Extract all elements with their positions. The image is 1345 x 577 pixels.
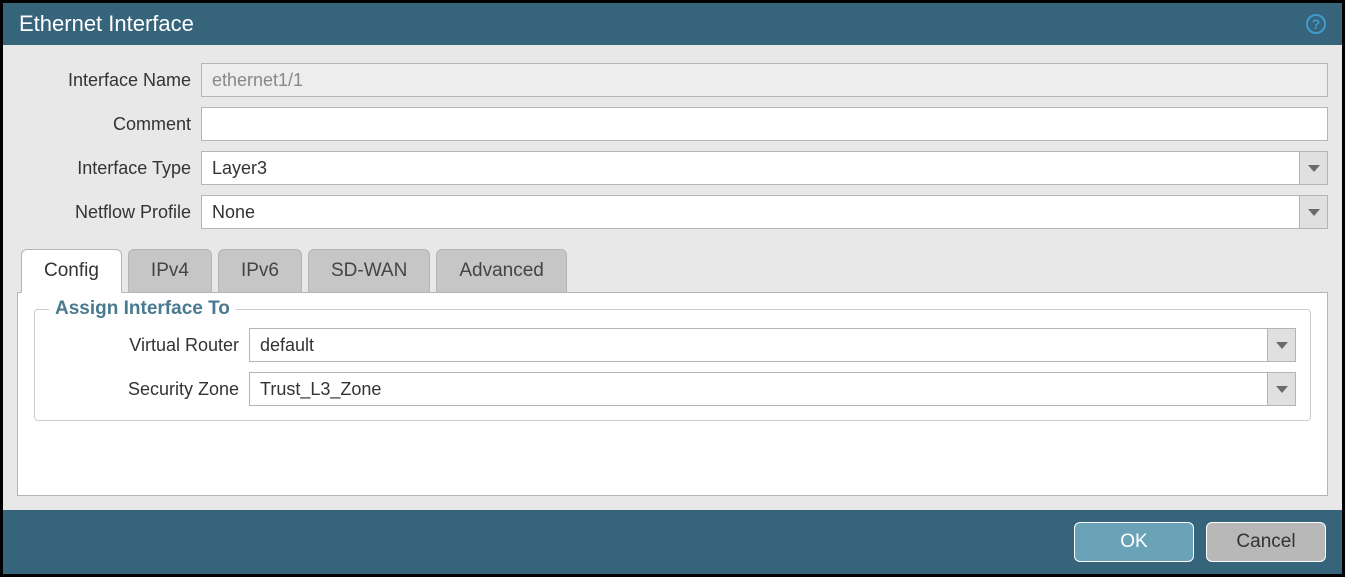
label-netflow-profile: Netflow Profile <box>17 202 201 223</box>
tab-ipv6[interactable]: IPv6 <box>218 249 302 292</box>
security-zone-value: Trust_L3_Zone <box>250 379 1267 400</box>
title-bar: Ethernet Interface ? <box>3 3 1342 45</box>
form-top: Interface Name Comment Interface Type La… <box>17 59 1328 249</box>
footer: OK Cancel <box>3 510 1342 574</box>
label-interface-type: Interface Type <box>17 158 201 179</box>
cancel-button[interactable]: Cancel <box>1206 522 1326 562</box>
interface-name-input[interactable] <box>201 63 1328 97</box>
tab-config[interactable]: Config <box>21 249 122 293</box>
row-security-zone: Security Zone Trust_L3_Zone <box>49 372 1296 406</box>
virtual-router-value: default <box>250 335 1267 356</box>
ethernet-interface-dialog: Ethernet Interface ? Interface Name Comm… <box>3 3 1342 574</box>
label-comment: Comment <box>17 114 201 135</box>
help-icon[interactable]: ? <box>1306 14 1326 34</box>
dialog-title: Ethernet Interface <box>19 11 194 37</box>
fieldset-assign-interface: Assign Interface To Virtual Router defau… <box>34 309 1311 421</box>
content-area: Interface Name Comment Interface Type La… <box>3 45 1342 510</box>
fieldset-legend: Assign Interface To <box>49 298 236 320</box>
virtual-router-select[interactable]: default <box>249 328 1296 362</box>
security-zone-select[interactable]: Trust_L3_Zone <box>249 372 1296 406</box>
label-virtual-router: Virtual Router <box>49 335 249 356</box>
security-zone-dropdown-btn[interactable] <box>1267 373 1295 405</box>
ok-button[interactable]: OK <box>1074 522 1194 562</box>
netflow-profile-value: None <box>202 202 1299 223</box>
interface-type-value: Layer3 <box>202 158 1299 179</box>
tab-sdwan[interactable]: SD-WAN <box>308 249 430 292</box>
tab-ipv4[interactable]: IPv4 <box>128 249 212 292</box>
tab-content-config: Assign Interface To Virtual Router defau… <box>17 292 1328 496</box>
tabs: Config IPv4 IPv6 SD-WAN Advanced <box>17 249 1328 292</box>
tab-advanced[interactable]: Advanced <box>436 249 567 292</box>
row-virtual-router: Virtual Router default <box>49 328 1296 362</box>
interface-type-dropdown-btn[interactable] <box>1299 152 1327 184</box>
row-netflow-profile: Netflow Profile None <box>17 195 1328 229</box>
virtual-router-dropdown-btn[interactable] <box>1267 329 1295 361</box>
chevron-down-icon <box>1308 209 1320 216</box>
label-interface-name: Interface Name <box>17 70 201 91</box>
comment-input[interactable] <box>201 107 1328 141</box>
label-security-zone: Security Zone <box>49 379 249 400</box>
chevron-down-icon <box>1308 165 1320 172</box>
row-comment: Comment <box>17 107 1328 141</box>
interface-type-select[interactable]: Layer3 <box>201 151 1328 185</box>
netflow-profile-select[interactable]: None <box>201 195 1328 229</box>
netflow-profile-dropdown-btn[interactable] <box>1299 196 1327 228</box>
row-interface-type: Interface Type Layer3 <box>17 151 1328 185</box>
chevron-down-icon <box>1276 386 1288 393</box>
chevron-down-icon <box>1276 342 1288 349</box>
row-interface-name: Interface Name <box>17 63 1328 97</box>
